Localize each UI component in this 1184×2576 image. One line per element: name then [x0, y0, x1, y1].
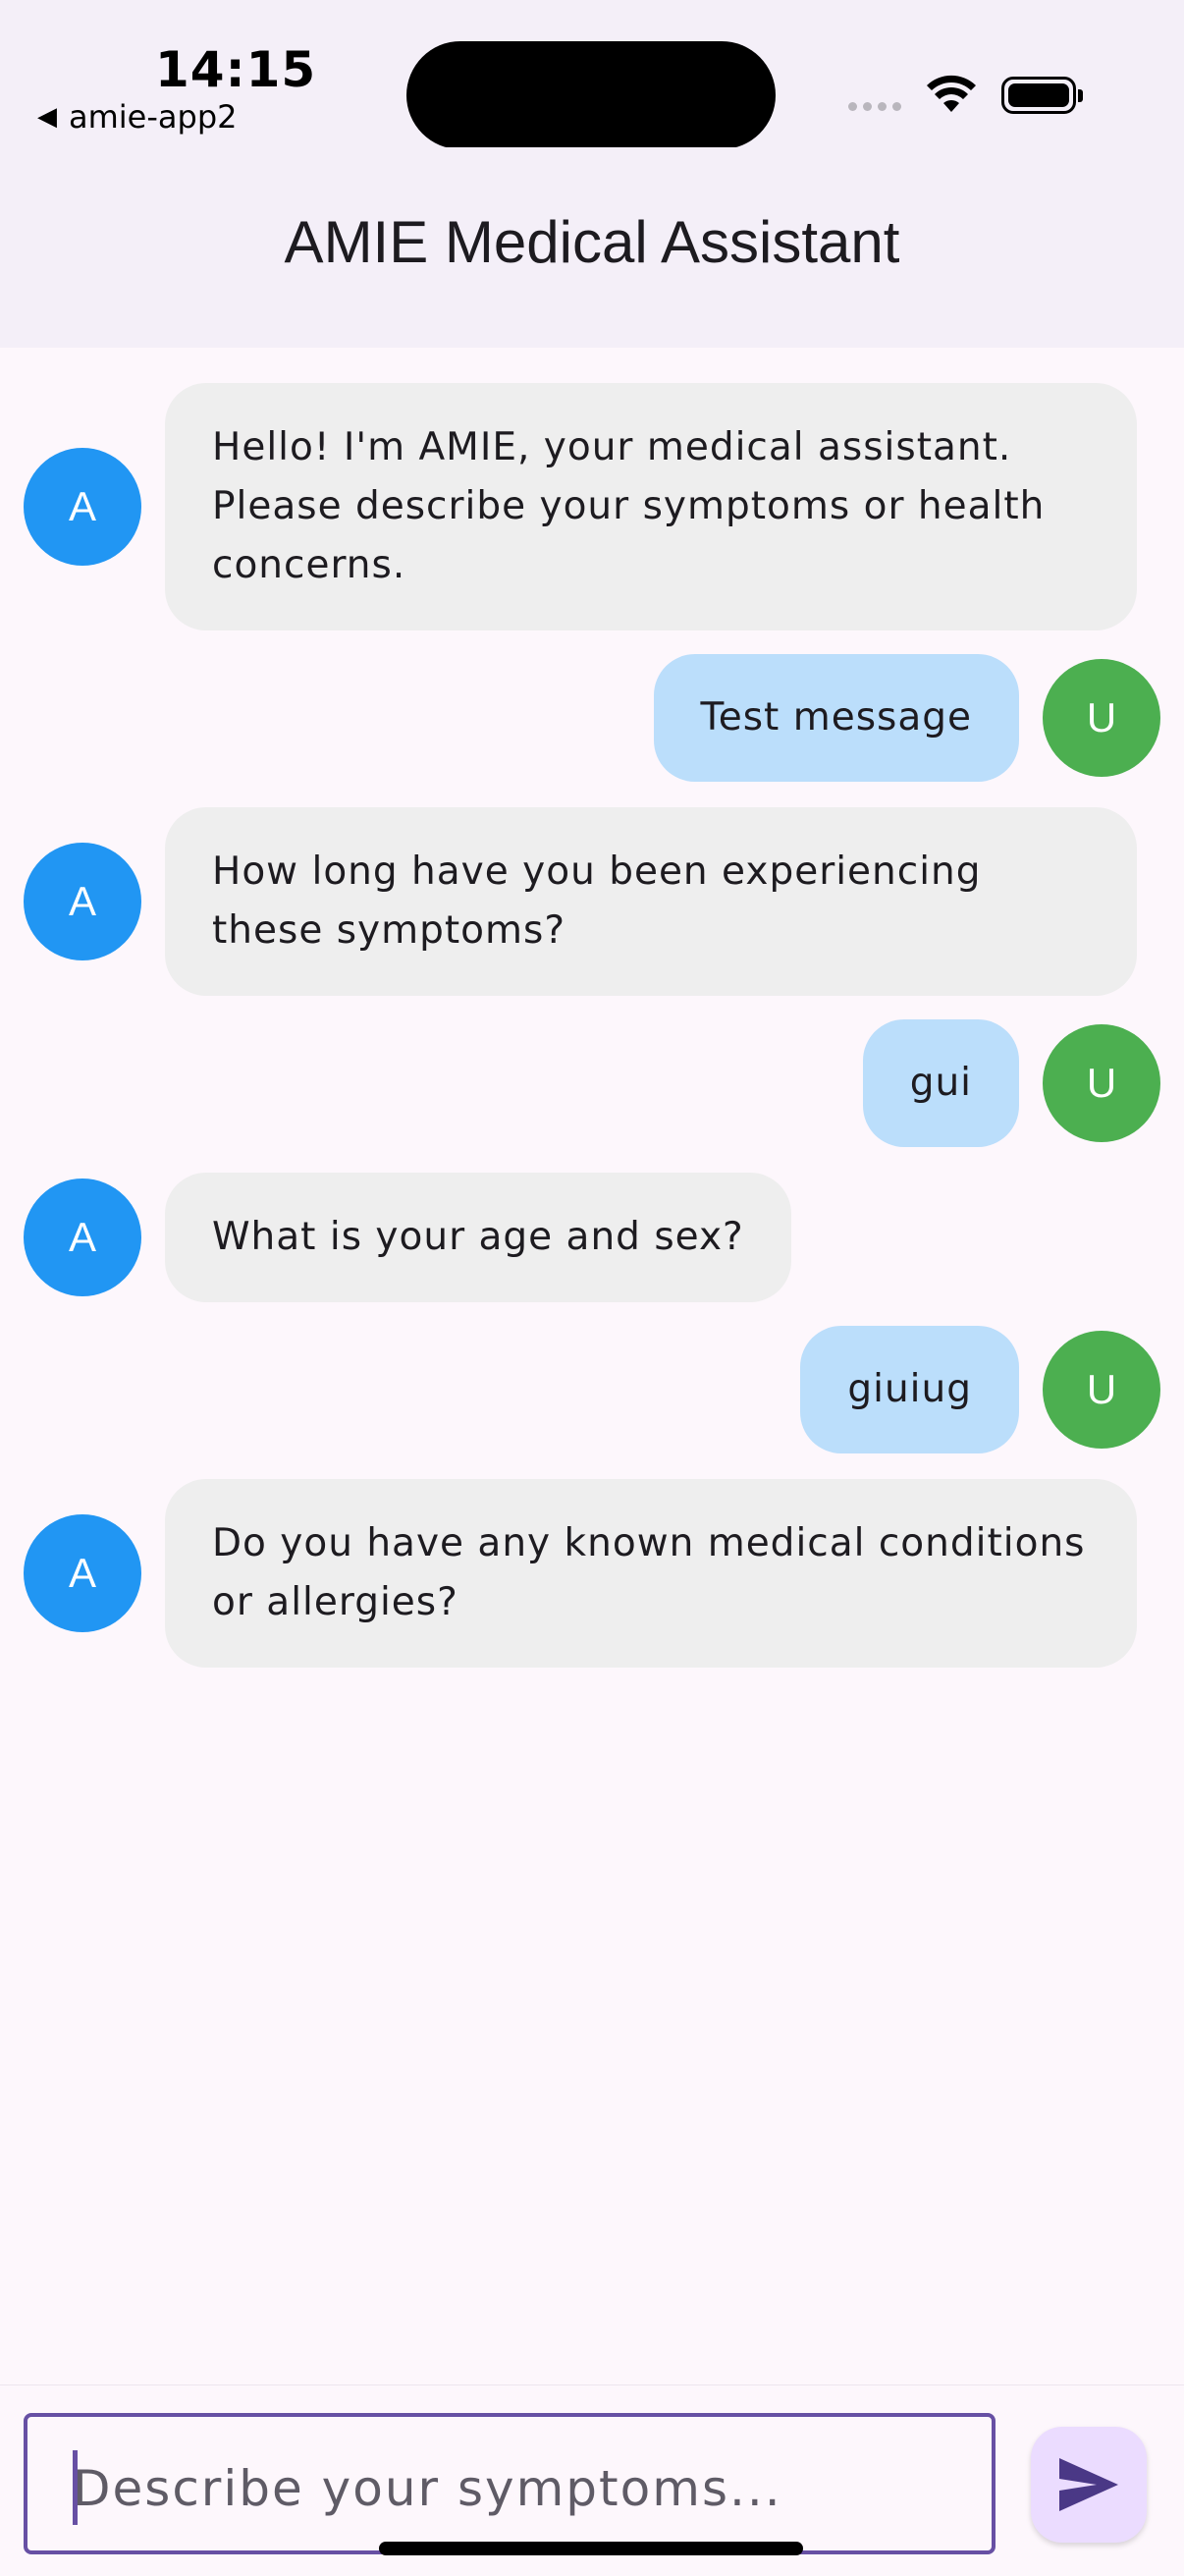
page-title: AMIE Medical Assistant — [284, 208, 900, 275]
assistant-message-bubble: How long have you been experiencing thes… — [165, 807, 1137, 996]
chat-message-assistant: A Do you have any known medical conditio… — [24, 1479, 1137, 1668]
status-bar: 14:15 ◀ amie-app2 — [0, 0, 1184, 149]
assistant-message-bubble: Hello! I'm AMIE, your medical assistant.… — [165, 383, 1137, 630]
user-avatar: U — [1043, 1331, 1160, 1449]
dynamic-island — [406, 41, 776, 149]
cellular-signal-icon — [848, 102, 901, 111]
back-to-app-link[interactable]: ◀ amie-app2 — [37, 98, 238, 136]
back-app-label: amie-app2 — [69, 98, 238, 136]
send-button[interactable] — [1031, 2427, 1147, 2543]
chat-message-assistant: A How long have you been experiencing th… — [24, 807, 1137, 996]
chat-message-assistant: A Hello! I'm AMIE, your medical assistan… — [24, 383, 1137, 630]
user-avatar: U — [1043, 1024, 1160, 1142]
symptoms-input-box[interactable] — [24, 2413, 996, 2554]
user-message-bubble: giuiug — [800, 1326, 1019, 1453]
home-indicator[interactable] — [379, 2542, 803, 2555]
user-message-bubble: Test message — [653, 654, 1019, 782]
wifi-icon — [925, 73, 978, 118]
assistant-avatar: A — [24, 448, 141, 566]
chat-message-user: Test message U — [653, 654, 1160, 782]
app-bar: AMIE Medical Assistant — [0, 147, 1184, 348]
chat-message-user: giuiug U — [800, 1326, 1160, 1453]
symptoms-input[interactable] — [71, 2442, 958, 2535]
assistant-avatar: A — [24, 1178, 141, 1296]
user-avatar: U — [1043, 659, 1160, 777]
back-triangle-icon: ◀ — [37, 102, 57, 132]
status-time: 14:15 — [155, 41, 317, 98]
assistant-avatar: A — [24, 1514, 141, 1632]
user-message-bubble: gui — [862, 1019, 1019, 1147]
assistant-avatar: A — [24, 843, 141, 960]
chat-message-assistant: A What is your age and sex? — [24, 1173, 791, 1302]
assistant-message-bubble: Do you have any known medical conditions… — [165, 1479, 1137, 1668]
assistant-message-bubble: What is your age and sex? — [165, 1173, 791, 1302]
chat-message-user: gui U — [862, 1019, 1160, 1147]
battery-icon — [1001, 77, 1083, 114]
send-icon — [1059, 2458, 1118, 2511]
